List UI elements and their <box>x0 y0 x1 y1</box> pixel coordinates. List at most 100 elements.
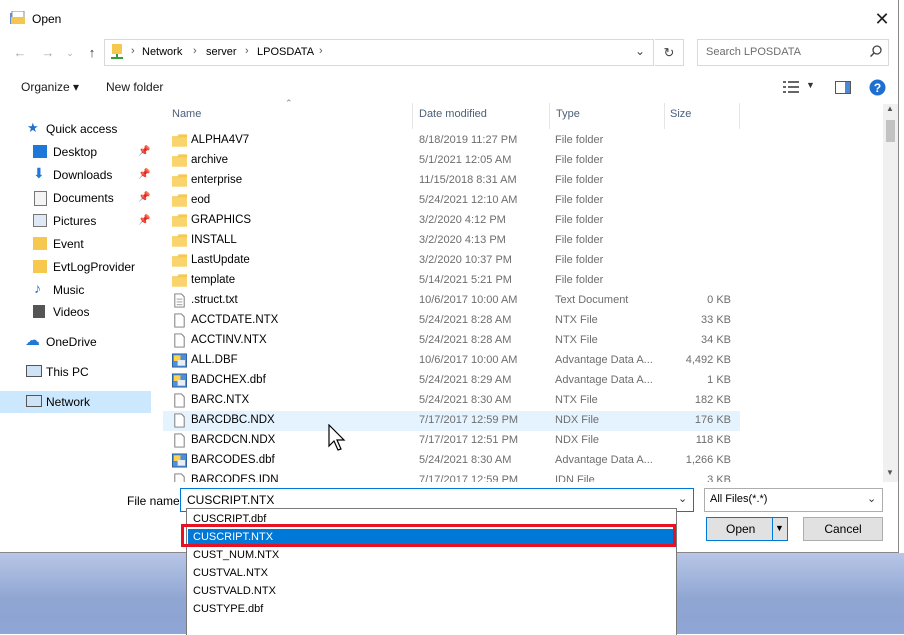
file-name: INSTALL <box>191 234 237 246</box>
file-row[interactable]: BARCODES.IDN 7/17/2017 12:59 PM IDN File 3 … <box>163 471 740 482</box>
open-button[interactable]: Open ▼ <box>706 517 788 541</box>
file-row[interactable]: template 5/14/2021 5:21 PM File folder <box>163 271 740 291</box>
file-row[interactable]: BARCODES.dbf 5/24/2021 8:30 AM Advantage D… <box>163 451 740 471</box>
file-type: NDX File <box>555 434 600 446</box>
file-date: 3/2/2020 10:37 PM <box>419 254 512 266</box>
file-date: 7/17/2017 12:51 PM <box>419 434 519 446</box>
file-type: NTX File <box>555 314 598 326</box>
folder-icon <box>172 194 187 207</box>
file-type: File folder <box>555 254 604 266</box>
file-size: 3 KB <box>707 474 731 482</box>
file-name: GRAPHICS <box>191 214 252 226</box>
vertical-scrollbar[interactable]: ▲ ▼ <box>883 104 898 482</box>
scroll-thumb[interactable] <box>886 120 895 142</box>
file-row[interactable]: ACCTDATE.NTX 5/24/2021 8:28 AM NTX File 33 … <box>163 311 740 331</box>
file-icon <box>174 333 185 348</box>
open-dropdown-icon[interactable]: ▼ <box>775 523 784 533</box>
file-size: 4,492 KB <box>685 354 731 366</box>
open-button-label: Open <box>726 522 756 536</box>
file-date: 5/24/2021 8:29 AM <box>419 374 512 386</box>
file-size: 1 KB <box>707 374 731 386</box>
dbf-icon <box>172 453 187 468</box>
folder-icon <box>172 254 187 267</box>
file-name: LastUpdate <box>191 254 250 266</box>
folder-icon <box>172 234 187 247</box>
split-divider <box>772 518 773 540</box>
file-name: ACCTINV.NTX <box>191 334 267 346</box>
file-row[interactable]: eod 5/24/2021 12:10 AM File folder <box>163 191 740 211</box>
text-file-icon <box>174 293 185 308</box>
autocomplete-item-label: CUST_NUM.NTX <box>193 549 280 561</box>
file-name: eod <box>191 194 211 206</box>
file-type: NDX File <box>555 414 600 426</box>
file-row[interactable]: ALPHA4V7 8/18/2019 11:27 PM File folder <box>163 131 740 151</box>
file-icon <box>174 473 185 482</box>
file-row[interactable]: ALL.DBF 10/6/2017 10:00 AM Advantage Data … <box>163 351 740 371</box>
file-type: File folder <box>555 214 604 226</box>
folder-icon <box>172 154 187 167</box>
file-icon <box>174 313 185 328</box>
file-size: 176 KB <box>694 414 731 426</box>
file-size: 0 KB <box>707 294 731 306</box>
file-date: 5/24/2021 8:28 AM <box>419 314 512 326</box>
file-name: BARC.NTX <box>191 394 250 406</box>
dbf-icon <box>172 353 187 368</box>
file-row[interactable]: BARCDCN.NDX 7/17/2017 12:51 PM NDX File 118… <box>163 431 740 451</box>
file-type: File folder <box>555 234 604 246</box>
autocomplete-item[interactable]: CUST_NUM.NTX <box>188 547 675 564</box>
file-name: BARCODES.dbf <box>191 454 275 466</box>
file-row[interactable]: BADCHEX.dbf 5/24/2021 8:29 AM Advantage Da… <box>163 371 740 391</box>
file-type: NTX File <box>555 334 598 346</box>
autocomplete-item-label: CUSTVALD.NTX <box>193 585 276 597</box>
file-name-label: File name: <box>127 494 184 508</box>
file-type: IDN File <box>555 474 595 482</box>
file-date: 5/24/2021 8:30 AM <box>419 394 512 406</box>
file-date: 10/6/2017 10:00 AM <box>419 354 518 366</box>
file-type-filter[interactable]: All Files(*.*) ⌄ <box>704 488 883 512</box>
file-row[interactable]: enterprise 11/15/2018 8:31 AM File folder <box>163 171 740 191</box>
file-row[interactable]: GRAPHICS 3/2/2020 4:12 PM File folder <box>163 211 740 231</box>
autocomplete-item[interactable]: CUSTVAL.NTX <box>188 565 675 582</box>
folder-icon <box>172 214 187 227</box>
scroll-up-icon[interactable]: ▲ <box>886 104 894 113</box>
file-type: File folder <box>555 274 604 286</box>
file-date: 11/15/2018 8:31 AM <box>419 174 517 186</box>
chevron-down-icon[interactable]: ⌄ <box>678 492 687 505</box>
file-date: 3/2/2020 4:13 PM <box>419 234 506 246</box>
autocomplete-item[interactable]: CUSTVALD.NTX <box>188 583 675 600</box>
file-date: 10/6/2017 10:00 AM <box>419 294 518 306</box>
file-date: 5/14/2021 5:21 PM <box>419 274 512 286</box>
file-date: 5/24/2021 8:28 AM <box>419 334 512 346</box>
file-icon <box>174 413 185 428</box>
file-name: archive <box>191 154 229 166</box>
file-type: Advantage Data A... <box>555 454 653 466</box>
file-name: ACCTDATE.NTX <box>191 314 279 326</box>
file-row[interactable]: .struct.txt 10/6/2017 10:00 AM Text Docume… <box>163 291 740 311</box>
file-row[interactable]: INSTALL 3/2/2020 4:13 PM File folder <box>163 231 740 251</box>
file-row[interactable]: LastUpdate 3/2/2020 10:37 PM File folder <box>163 251 740 271</box>
file-row[interactable]: BARCDBC.NDX 7/17/2017 12:59 PM NDX File 176… <box>163 411 740 431</box>
cancel-button[interactable]: Cancel <box>803 517 883 541</box>
file-name: ALPHA4V7 <box>191 134 250 146</box>
file-name: ALL.DBF <box>191 354 238 366</box>
file-row[interactable]: archive 5/1/2021 12:05 AM File folder <box>163 151 740 171</box>
autocomplete-item[interactable]: CUSTYPE.dbf <box>188 601 675 618</box>
mouse-cursor-icon <box>328 424 346 451</box>
file-icon <box>174 433 185 448</box>
file-name-value: CUSCRIPT.NTX <box>187 493 275 507</box>
file-date: 5/24/2021 8:30 AM <box>419 454 512 466</box>
file-type: Text Document <box>555 294 629 306</box>
file-date: 5/24/2021 12:10 AM <box>419 194 518 206</box>
file-type: File folder <box>555 154 604 166</box>
file-type: NTX File <box>555 394 598 406</box>
dbf-icon <box>172 373 187 388</box>
file-row[interactable]: BARC.NTX 5/24/2021 8:30 AM NTX File 182 KB <box>163 391 740 411</box>
file-name: template <box>191 274 236 286</box>
folder-icon <box>172 274 187 287</box>
file-row[interactable]: ACCTINV.NTX 5/24/2021 8:28 AM NTX File 34 K… <box>163 331 740 351</box>
file-date: 7/17/2017 12:59 PM <box>419 474 519 482</box>
scroll-down-icon[interactable]: ▼ <box>886 468 894 477</box>
file-type: Advantage Data A... <box>555 374 653 386</box>
file-date: 8/18/2019 11:27 PM <box>419 134 518 146</box>
file-name: .struct.txt <box>191 294 238 306</box>
